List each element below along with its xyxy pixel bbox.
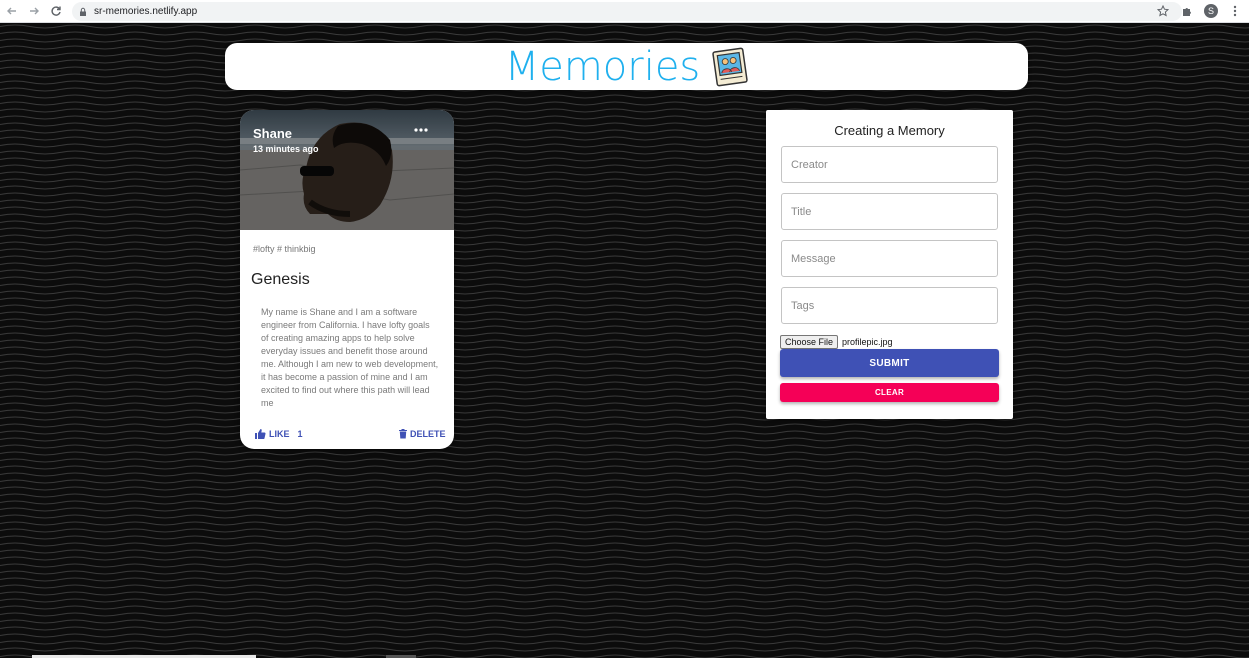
arrow-right-icon — [30, 7, 39, 15]
delete-button[interactable]: DELETE — [398, 428, 446, 439]
like-button[interactable]: LIKE 1 — [254, 428, 303, 440]
back-button[interactable] — [2, 1, 22, 21]
browser-menu-button[interactable] — [1227, 3, 1243, 19]
like-label: LIKE — [269, 429, 290, 439]
delete-label: DELETE — [410, 428, 446, 439]
file-name: profilepic.jpg — [842, 337, 893, 347]
profile-button[interactable]: S — [1203, 3, 1219, 19]
file-picker: Choose File profilepic.jpg — [780, 335, 893, 349]
trash-icon — [399, 429, 407, 439]
reload-button[interactable] — [46, 1, 66, 21]
forward-button[interactable] — [24, 1, 44, 21]
memory-title: Genesis — [251, 271, 310, 288]
creator-input[interactable] — [781, 146, 998, 183]
tags-input[interactable] — [781, 287, 998, 324]
more-horiz-icon — [414, 128, 428, 132]
browser-toolbar: sr-memories.netlify.app S — [0, 0, 1249, 23]
star-icon — [1157, 5, 1169, 17]
app-header: Memories — [225, 43, 1028, 90]
memory-tags: #lofty # thinkbig — [253, 244, 316, 254]
like-count: 1 — [297, 429, 303, 439]
wavy-background — [0, 23, 1249, 658]
kebab-menu-icon — [1233, 5, 1237, 17]
memory-time: 13 minutes ago — [253, 144, 319, 154]
app-title: Memories — [504, 43, 701, 90]
reload-icon — [51, 6, 61, 16]
edit-memory-button[interactable] — [410, 123, 432, 137]
title-input[interactable] — [781, 193, 998, 230]
lock-icon — [80, 7, 86, 16]
memory-message: My name is Shane and I am a software eng… — [261, 307, 439, 408]
bookmark-button[interactable] — [1155, 3, 1171, 19]
avatar: S — [1204, 4, 1218, 18]
address-bar[interactable]: sr-memories.netlify.app — [72, 2, 1182, 21]
url-text: sr-memories.netlify.app — [94, 6, 198, 17]
clear-button[interactable]: CLEAR — [780, 383, 999, 402]
memory-actions: LIKE 1 DELETE — [240, 426, 454, 442]
photo-album-icon — [712, 47, 748, 86]
choose-file-button[interactable]: Choose File — [780, 335, 839, 349]
thumb-up-icon — [255, 429, 266, 439]
memory-creator: Shane — [253, 126, 293, 141]
memory-form: Creating a Memory Choose File profilepic… — [766, 110, 1013, 419]
extensions-button[interactable] — [1179, 3, 1195, 19]
arrow-left-icon — [7, 7, 16, 15]
memory-card: Shane 13 minutes ago #lofty # thinkbig G… — [240, 110, 454, 449]
puzzle-icon — [1183, 8, 1191, 16]
submit-button[interactable]: SUBMIT — [780, 349, 999, 377]
form-title: Creating a Memory — [834, 123, 945, 138]
message-input[interactable] — [781, 240, 998, 277]
